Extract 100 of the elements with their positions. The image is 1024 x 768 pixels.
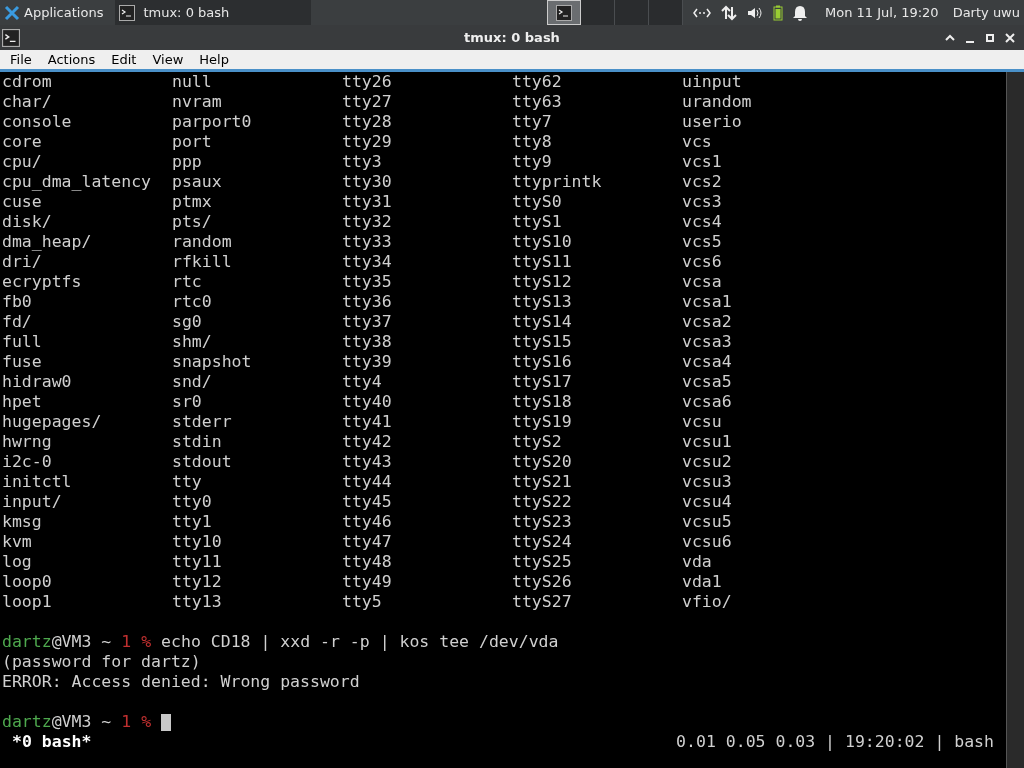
- file-name: ttyprintk: [512, 172, 603, 192]
- network-icon[interactable]: [693, 7, 711, 18]
- file-name: tty34: [342, 252, 393, 272]
- file-name: tty46: [342, 512, 393, 532]
- file-name: tty27: [342, 92, 393, 112]
- file-name: rfkill: [172, 252, 233, 272]
- file-name: cdrom: [2, 72, 53, 92]
- file-name: cuse: [2, 192, 43, 212]
- file-name: hwrng: [2, 432, 53, 452]
- file-name: char/: [2, 92, 53, 112]
- file-name: vcsu2: [682, 452, 733, 472]
- clock[interactable]: Mon 11 Jul, 19:20: [825, 2, 939, 23]
- file-name: tty43: [342, 452, 393, 472]
- menu-item[interactable]: Actions: [39, 49, 104, 70]
- prompt-user: dartz: [2, 712, 52, 732]
- file-name: vda1: [682, 572, 723, 592]
- file-name: ttyS22: [512, 492, 573, 512]
- file-name: vcsa4: [682, 352, 733, 372]
- tmux-window-tab[interactable]: *0 bash*: [2, 732, 92, 752]
- file-name: kmsg: [2, 512, 43, 532]
- file-name: tty40: [342, 392, 393, 412]
- file-name: loop0: [2, 572, 53, 592]
- scrollbar[interactable]: [1006, 72, 1024, 768]
- user-name[interactable]: Darty uwu: [952, 2, 1020, 23]
- file-name: vcsu4: [682, 492, 733, 512]
- file-name: vcsu: [682, 412, 723, 432]
- file-name: initctl: [2, 472, 73, 492]
- file-name: tty29: [342, 132, 393, 152]
- file-name: console: [2, 112, 73, 132]
- file-name: ttyS13: [512, 292, 573, 312]
- menu-item[interactable]: View: [144, 49, 192, 70]
- file-name: tty30: [342, 172, 393, 192]
- file-name: full: [2, 332, 43, 352]
- file-name: tty39: [342, 352, 393, 372]
- file-name: vcs6: [682, 252, 723, 272]
- file-name: cpu/: [2, 152, 43, 172]
- file-name: ttyS14: [512, 312, 573, 332]
- tmux-status: 0.01 0.05 0.03 | 19:20:02 | bash: [676, 732, 994, 752]
- file-name: tty4: [342, 372, 383, 392]
- file-name: tty26: [342, 72, 393, 92]
- file-name: ecryptfs: [2, 272, 83, 292]
- file-name: tty48: [342, 552, 393, 572]
- x-logo-icon: [4, 4, 20, 21]
- terminal-icon: [556, 4, 573, 21]
- file-name: ttyS21: [512, 472, 573, 492]
- file-name: snapshot: [172, 352, 253, 372]
- menu-item[interactable]: File: [0, 49, 40, 70]
- file-name: hidraw0: [2, 372, 73, 392]
- maximize-icon[interactable]: [984, 31, 996, 44]
- file-name: cpu_dma_latency: [2, 172, 152, 192]
- file-name: ttyS10: [512, 232, 573, 252]
- file-name: parport0: [172, 112, 253, 132]
- file-name: ttyS18: [512, 392, 573, 412]
- file-name: tty12: [172, 572, 223, 592]
- file-name: sg0: [172, 312, 203, 332]
- file-name: core: [2, 132, 43, 152]
- file-name: ttyS23: [512, 512, 573, 532]
- file-name: fd/: [2, 312, 33, 332]
- file-name: vcsu3: [682, 472, 733, 492]
- file-name: fuse: [2, 352, 43, 372]
- battery-icon[interactable]: [773, 4, 783, 21]
- file-name: pts/: [172, 212, 213, 232]
- file-name: shm/: [172, 332, 213, 352]
- file-name: vcs: [682, 132, 713, 152]
- file-name: kvm: [2, 532, 33, 552]
- file-name: ttyS12: [512, 272, 573, 292]
- file-name: vcsa5: [682, 372, 733, 392]
- menu-item[interactable]: Edit: [103, 49, 145, 70]
- file-name: stdout: [172, 452, 233, 472]
- file-name: vcs4: [682, 212, 723, 232]
- file-name: tty0: [172, 492, 213, 512]
- file-name: disk/: [2, 212, 53, 232]
- file-name: ttyS20: [512, 452, 573, 472]
- transfer-arrows-icon[interactable]: [721, 4, 737, 21]
- bell-icon[interactable]: [793, 4, 807, 21]
- close-icon[interactable]: [1004, 31, 1016, 44]
- file-name: fb0: [2, 292, 33, 312]
- file-name: tty3: [342, 152, 383, 172]
- file-name: tty49: [342, 572, 393, 592]
- file-name: tty1: [172, 512, 213, 532]
- file-name: rtc0: [172, 292, 213, 312]
- applications-menu[interactable]: Applications: [0, 0, 108, 25]
- file-name: dri/: [2, 252, 43, 272]
- file-name: tty47: [342, 532, 393, 552]
- file-name: ttyS24: [512, 532, 573, 552]
- prompt-status: 1 %: [121, 632, 152, 652]
- taskbar-button[interactable]: tmux: 0 bash: [115, 0, 312, 25]
- file-name: ptmx: [172, 192, 213, 212]
- menu-item[interactable]: Help: [191, 49, 237, 70]
- file-name: vcsa2: [682, 312, 733, 332]
- file-name: tty62: [512, 72, 563, 92]
- file-name: vfio/: [682, 592, 733, 612]
- prompt-host: @VM3 ~: [51, 712, 112, 732]
- file-name: ttyS2: [512, 432, 563, 452]
- file-name: userio: [682, 112, 743, 132]
- file-name: tty9: [512, 152, 553, 172]
- file-name: vcsu5: [682, 512, 733, 532]
- file-name: tty41: [342, 412, 393, 432]
- file-name: loop1: [2, 592, 53, 612]
- command-text: echo CD18 | xxd -r -p | kos tee /dev/vda: [161, 632, 559, 652]
